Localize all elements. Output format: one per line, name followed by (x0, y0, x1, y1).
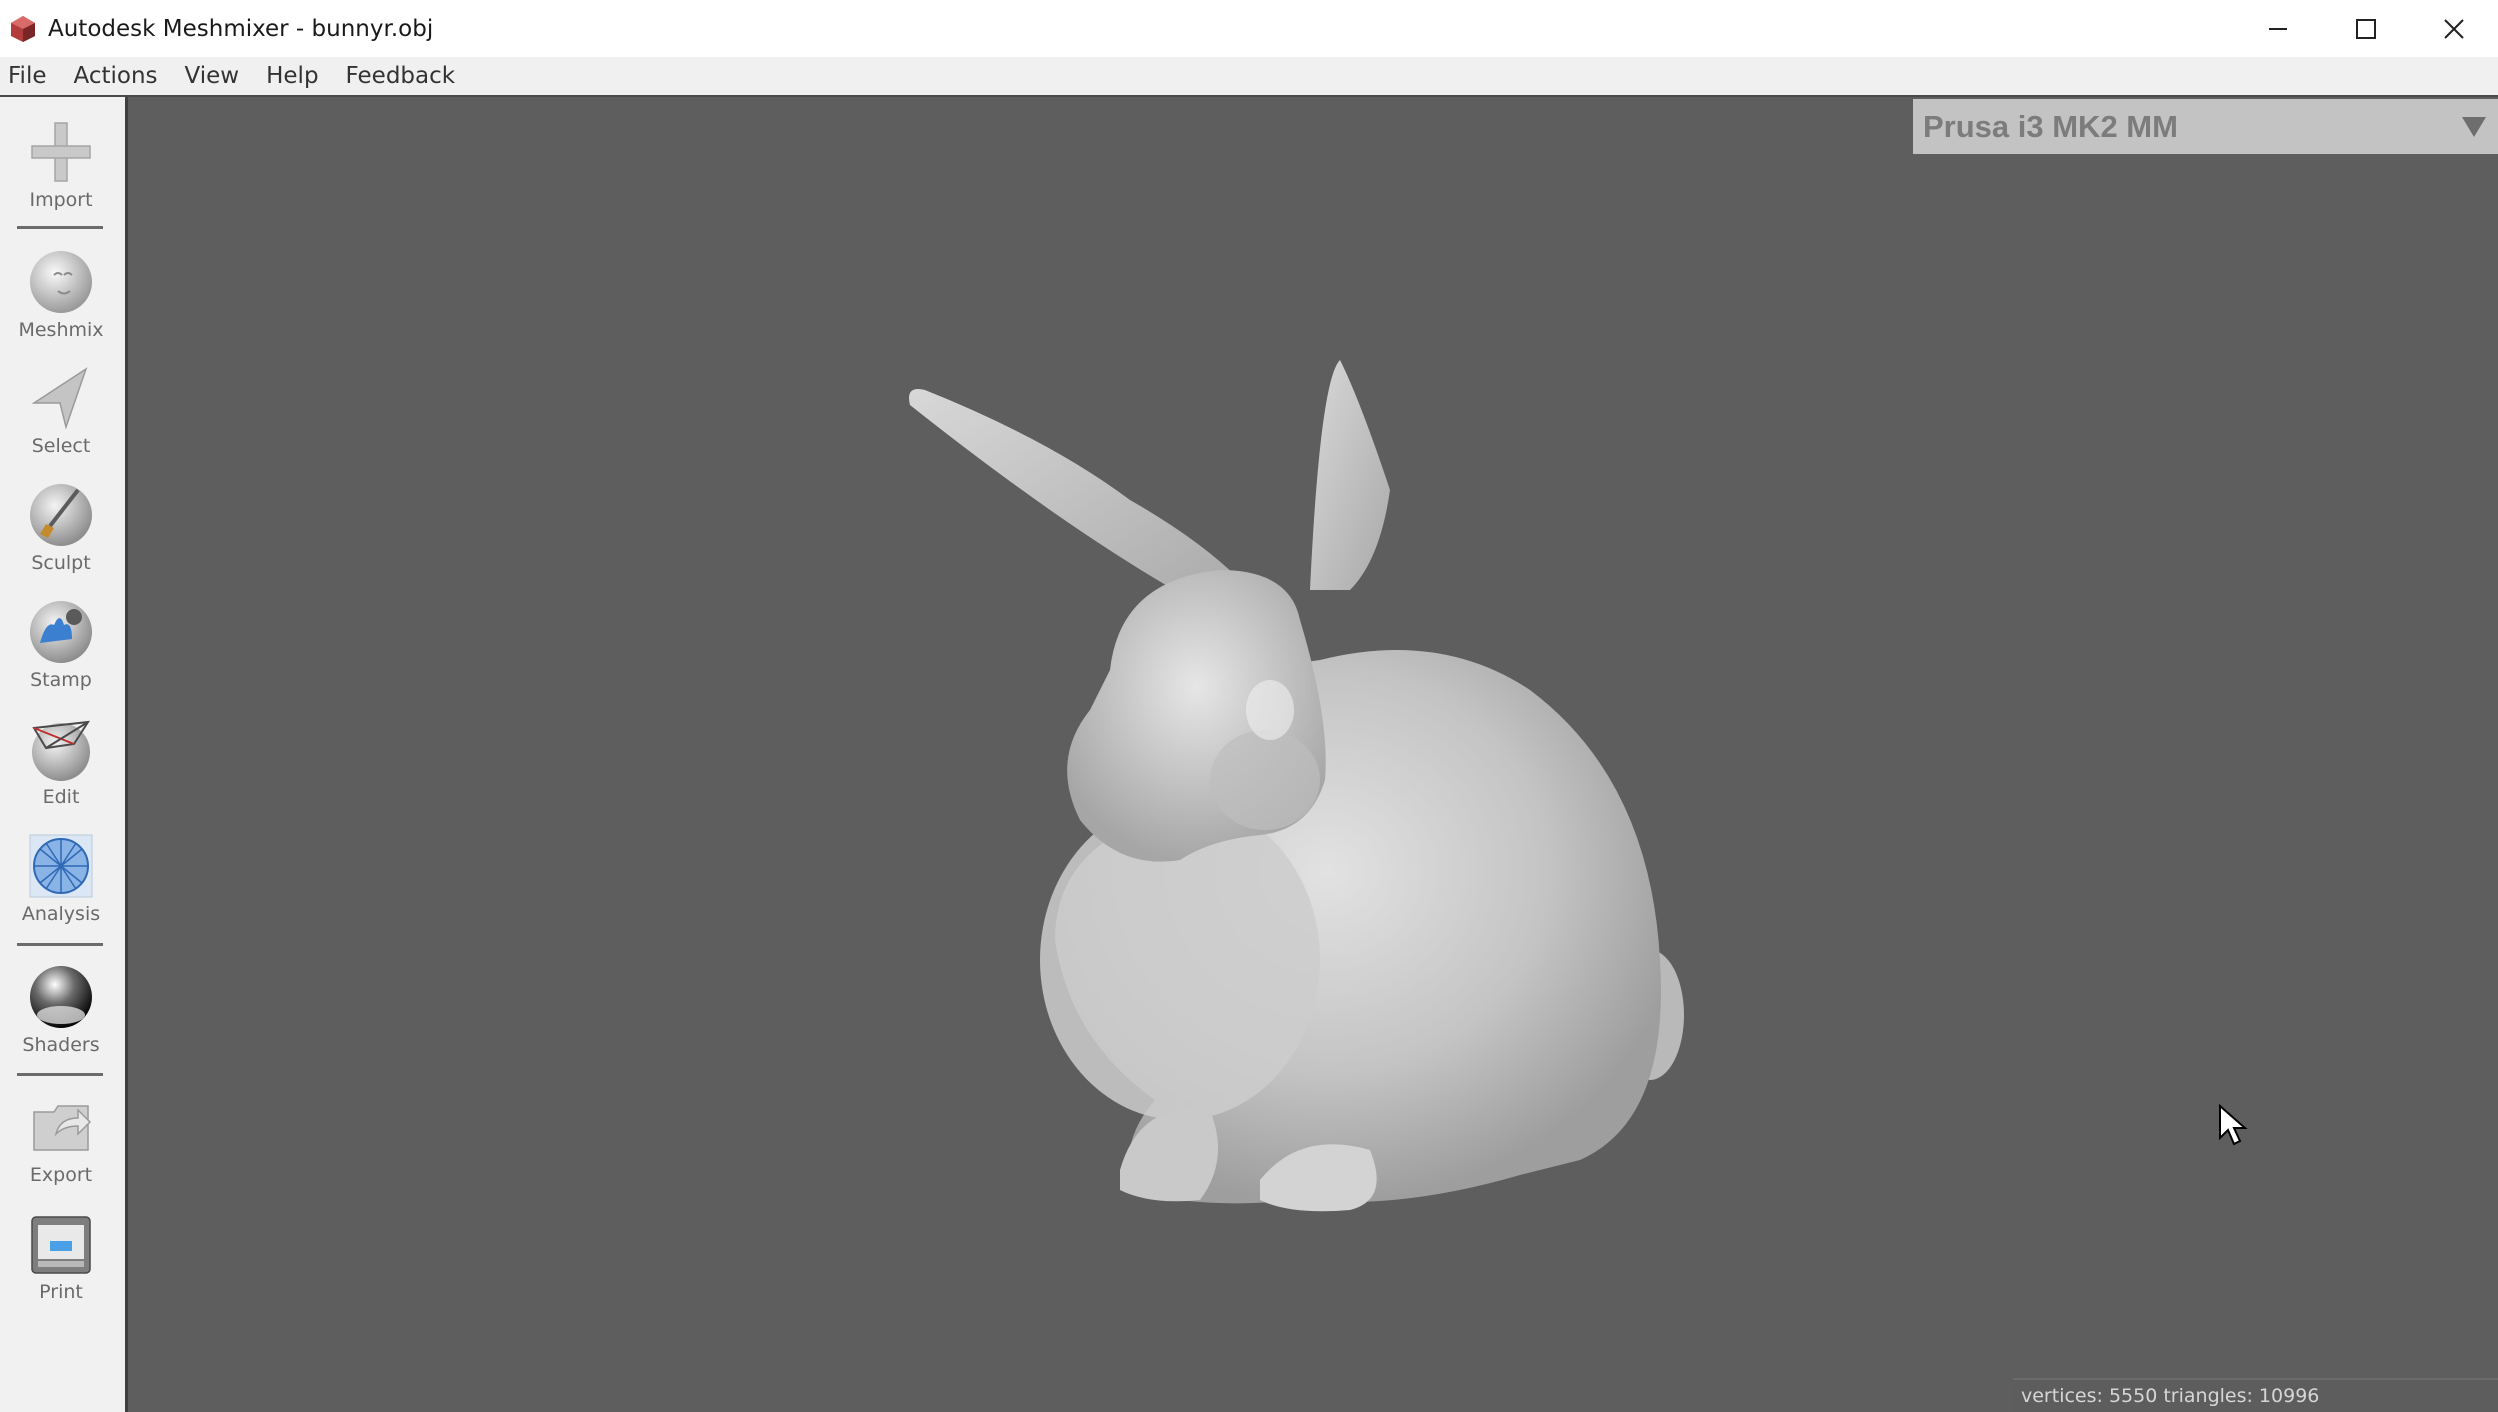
bunny-mesh[interactable] (880, 340, 1700, 1220)
sculpt-tool[interactable]: Sculpt (0, 480, 122, 574)
stamp-label: Stamp (30, 669, 92, 691)
printer-select[interactable]: Prusa i3 MK2 MM (1913, 99, 2498, 154)
print-label: Print (39, 1281, 83, 1303)
title-bar: Autodesk Meshmixer - bunnyr.obj (0, 0, 2498, 57)
shaders-tool[interactable]: Shaders (0, 962, 122, 1056)
edit-tool[interactable]: Edit (0, 714, 122, 808)
chevron-down-icon (2462, 117, 2486, 137)
close-icon (2444, 18, 2464, 39)
meshmixer-window: Autodesk Meshmixer - bunnyr.obj File Act… (0, 0, 2498, 1412)
meshmixer-logo-icon (11, 15, 35, 42)
analysis-tool[interactable]: Analysis (0, 831, 122, 925)
window-controls (2234, 0, 2498, 57)
menu-feedback[interactable]: Feedback (338, 63, 471, 89)
stamp-tool[interactable]: Stamp (0, 597, 122, 691)
meshmix-sphere-icon (30, 251, 92, 313)
printer-name: Prusa i3 MK2 MM (1923, 108, 2178, 144)
edit-label: Edit (42, 786, 80, 808)
menu-view[interactable]: View (177, 63, 255, 89)
select-tool[interactable]: Select (0, 363, 122, 457)
export-icon (33, 1105, 92, 1151)
maximize-icon (2356, 18, 2376, 39)
print-tool[interactable]: Print (0, 1209, 122, 1303)
analysis-icon (29, 834, 93, 898)
meshmix-label: Meshmix (18, 319, 104, 341)
import-tool[interactable]: Import (0, 117, 122, 211)
meshmix-tool[interactable]: Meshmix (0, 247, 122, 341)
analysis-label: Analysis (21, 903, 101, 925)
select-arrow-icon (31, 367, 88, 430)
tool-sidebar: Import Meshmix Select Sculpt Stamp Edit … (0, 97, 128, 1412)
window-title: Autodesk Meshmixer - bunnyr.obj (48, 15, 434, 42)
select-label: Select (31, 435, 91, 457)
export-label: Export (29, 1164, 93, 1186)
menu-help[interactable]: Help (258, 63, 333, 89)
edit-icon (32, 720, 90, 781)
menu-file[interactable]: File (0, 63, 62, 89)
mouse-cursor-icon (2219, 1104, 2248, 1146)
import-label: Import (29, 189, 93, 211)
toolbar-divider (17, 1073, 103, 1076)
plus-icon (31, 122, 91, 182)
shaders-icon (30, 966, 92, 1028)
toolbar-divider (17, 943, 103, 946)
maximize-button[interactable] (2322, 0, 2410, 57)
minimize-button[interactable] (2234, 0, 2322, 57)
toolbar-divider (17, 226, 103, 229)
export-tool[interactable]: Export (0, 1092, 122, 1186)
print-icon (31, 1216, 91, 1274)
minimize-icon (2269, 27, 2287, 30)
mesh-stats: vertices: 5550 triangles: 10996 (2021, 1385, 2320, 1407)
sculpt-label: Sculpt (31, 552, 91, 574)
stamp-icon (30, 601, 92, 663)
close-button[interactable] (2410, 0, 2498, 57)
menu-actions[interactable]: Actions (66, 63, 173, 89)
mesh-stats-bar: vertices: 5550 triangles: 10996 (2013, 1378, 2498, 1412)
sculpt-brush-icon (30, 484, 92, 546)
menu-bar: File Actions View Help Feedback (0, 57, 2498, 97)
shaders-label: Shaders (22, 1034, 100, 1056)
